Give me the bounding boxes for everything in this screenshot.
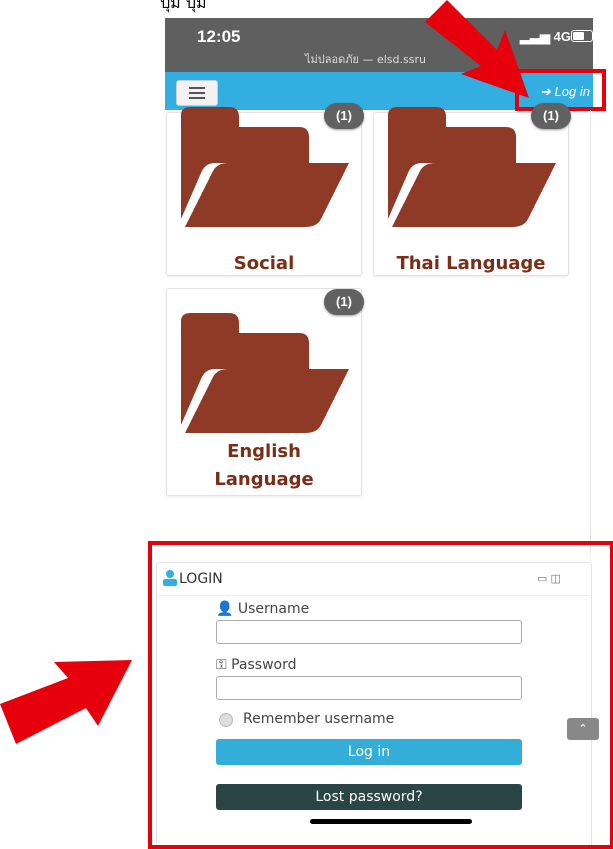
address-bar-url[interactable]: ไม่ปลอดภัย — elsd.ssru	[305, 50, 426, 68]
arrow-icon	[0, 660, 132, 744]
content-border	[590, 110, 591, 555]
folder-count-badge: (1)	[324, 289, 364, 315]
folder-icon	[388, 107, 556, 227]
highlight-box-login-block	[148, 541, 613, 849]
folder-count-badge: (1)	[531, 103, 571, 129]
folder-icon	[181, 107, 349, 227]
folder-label-line1: English	[227, 441, 301, 462]
status-time: 12:05	[197, 27, 241, 46]
folder-label: Social	[233, 253, 295, 274]
folder-label: Thai Language	[396, 253, 546, 274]
top-caption: ปุ่ม ปุ่ม	[160, 0, 207, 12]
battery-icon	[571, 30, 593, 42]
folder-card-thai-language[interactable]: (1) Thai Language	[373, 103, 571, 276]
folder-card-social[interactable]: (1) Social	[166, 103, 364, 276]
folder-count-badge: (1)	[324, 103, 364, 129]
folder-icon	[181, 313, 349, 433]
folder-label-line2: Language	[214, 469, 314, 490]
folder-card-english-language[interactable]: (1) English Language	[166, 288, 364, 496]
hamburger-icon[interactable]	[176, 80, 218, 106]
arrow-icon	[425, 0, 529, 98]
network-label: 4G	[553, 29, 571, 44]
